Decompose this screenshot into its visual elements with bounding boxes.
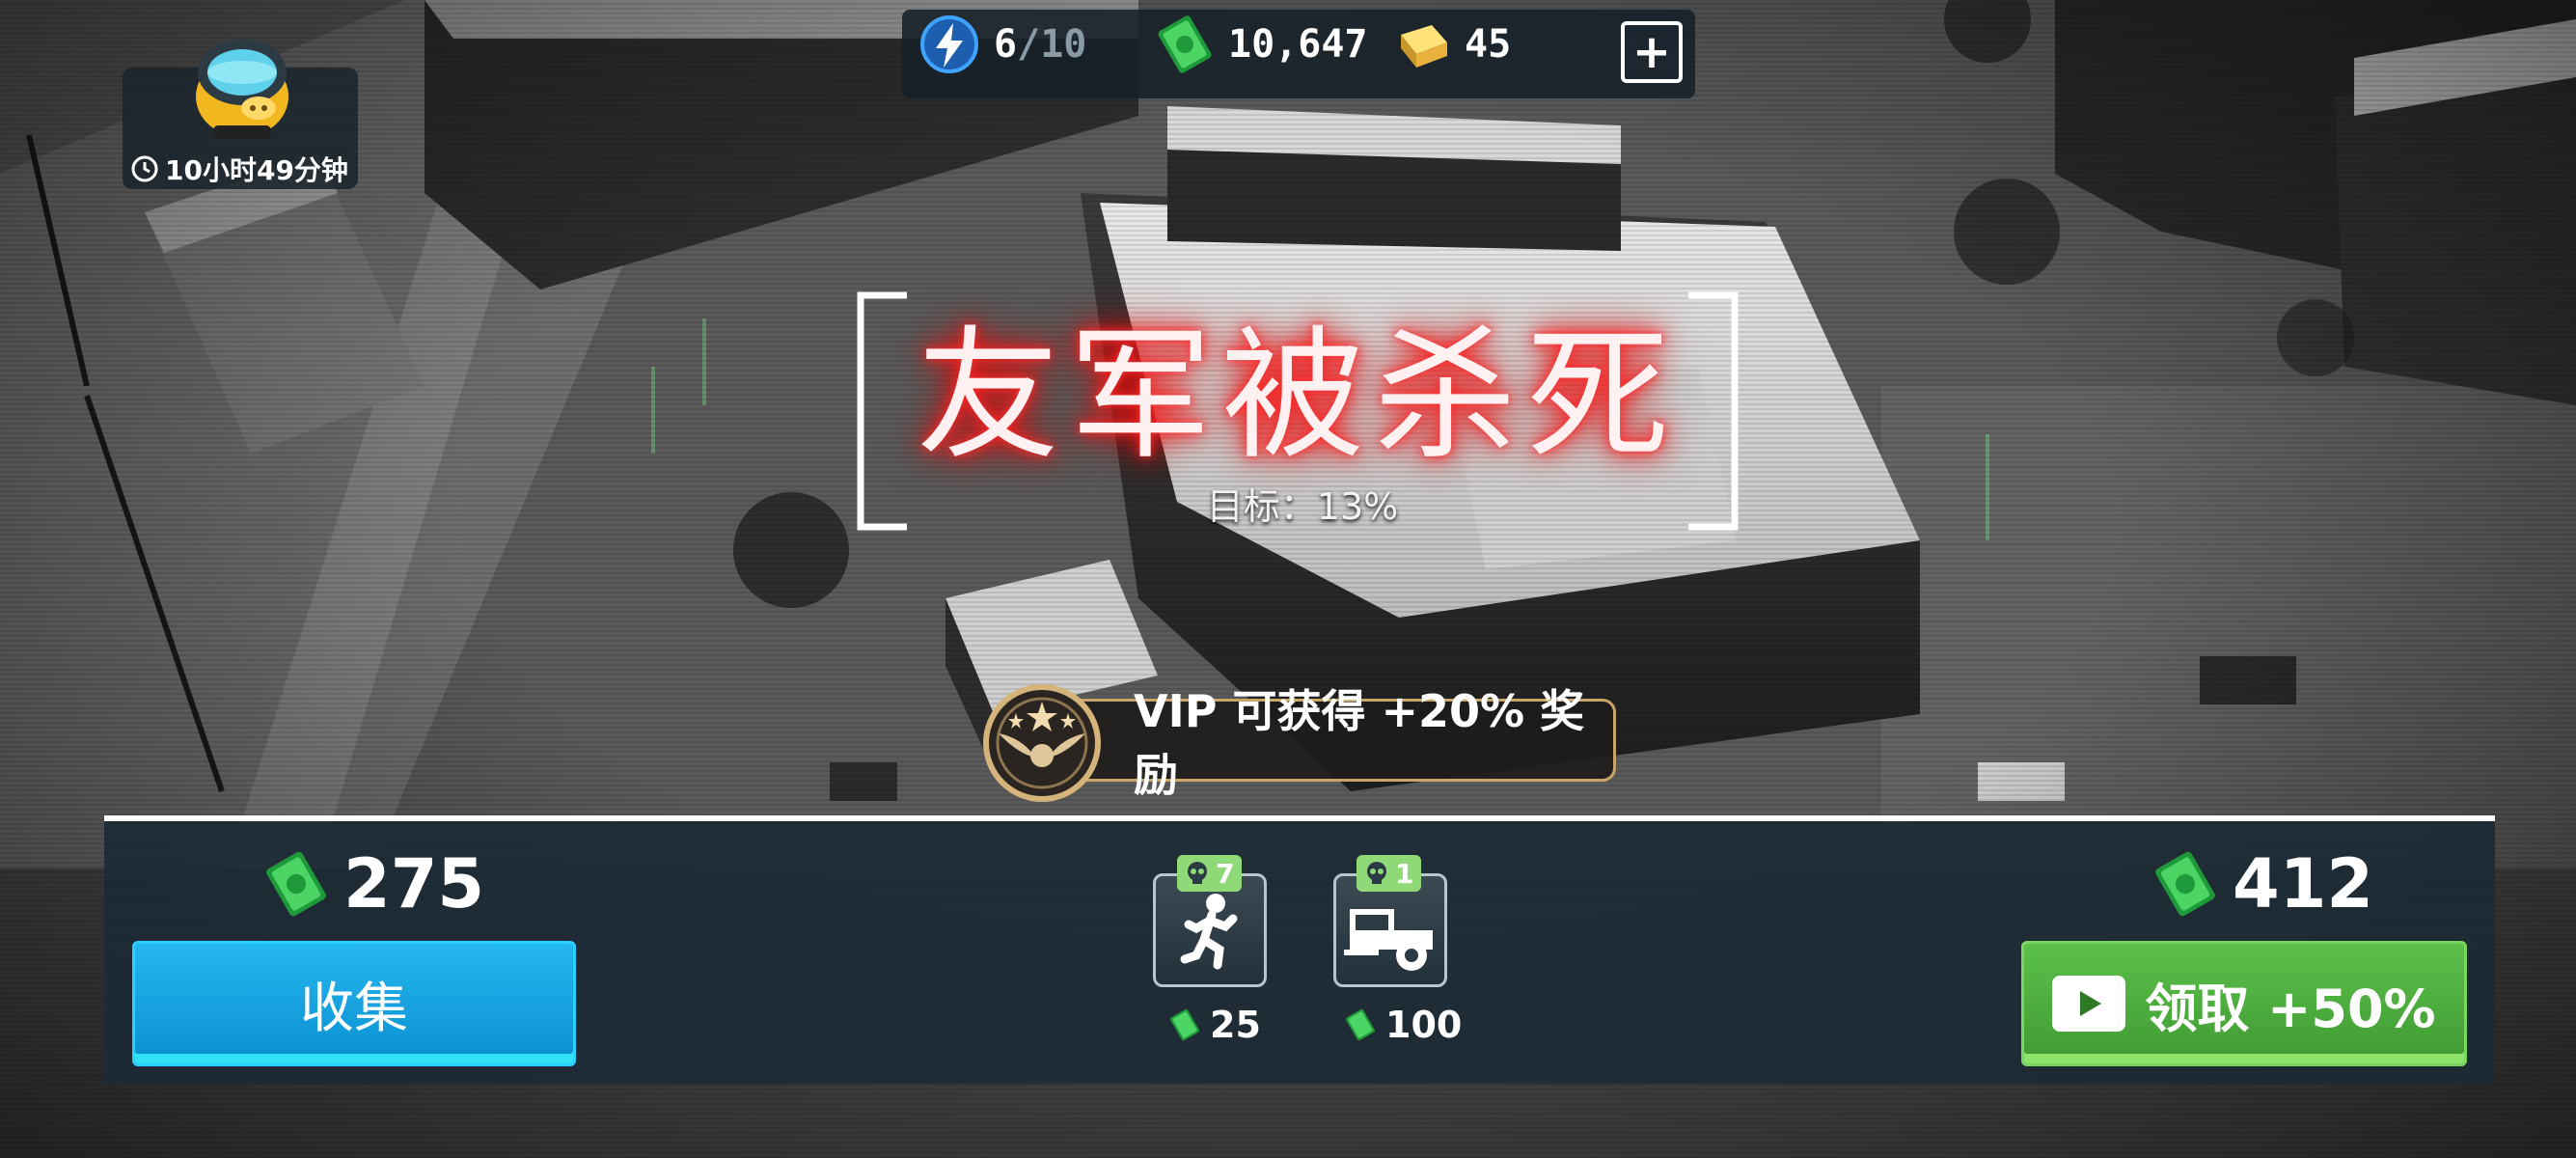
winged-star-emblem-icon [983, 684, 1101, 802]
kill-count-truck: 1 [1395, 857, 1414, 890]
mission-result-title: 友军被杀死 [917, 313, 1679, 479]
mission-goal-text: 目标：13% [1206, 485, 1399, 528]
cash-icon [2155, 851, 2215, 917]
vip-bonus-text: VIP 可获得 +20% 奖励 [1134, 685, 1585, 801]
pig-pilot-avatar[interactable] [179, 29, 305, 145]
cash-icon [1170, 1008, 1199, 1041]
timer-text: 10小时49分钟 [165, 154, 348, 186]
gold-counter[interactable]: 45 [1389, 0, 1511, 89]
running-soldier-icon [1180, 894, 1238, 970]
kill-count-badge-soldier: 7 [1177, 855, 1243, 892]
claim-bonus-label: 领取 +50% [2145, 978, 2436, 1039]
cash-icon [1346, 1008, 1375, 1041]
cash-counter[interactable]: 10,647 [1153, 0, 1368, 89]
kill-count-soldier: 7 [1216, 857, 1235, 890]
truck-icon [1344, 909, 1433, 971]
gold-amount: 45 [1465, 22, 1512, 67]
kill-reward-truck: 100 [1343, 1004, 1462, 1046]
skull-icon [1367, 862, 1386, 884]
clock-icon [131, 155, 158, 182]
base-reward: 275 [260, 844, 484, 924]
energy-counter[interactable]: 6 / 10 [918, 0, 1086, 89]
collect-button[interactable]: 收集 [132, 941, 576, 1066]
video-play-icon [2052, 976, 2126, 1032]
energy-max: 10 [1040, 22, 1087, 67]
claim-bonus-button[interactable]: 领取 +50% [2021, 941, 2467, 1066]
cash-amount: 10,647 [1228, 22, 1368, 67]
kill-reward-soldier: 25 [1167, 1004, 1261, 1046]
bonus-reward: 412 [2150, 844, 2373, 924]
energy-separator: / [1017, 22, 1041, 67]
energy-bolt-icon [920, 15, 978, 73]
skull-icon [1188, 862, 1207, 884]
energy-current: 6 [994, 22, 1018, 67]
kill-count-badge-truck: 1 [1357, 855, 1422, 892]
cash-icon [1158, 15, 1212, 73]
kill-reward-amount-soldier: 25 [1210, 1004, 1261, 1046]
add-currency-button[interactable]: + [1621, 21, 1683, 83]
bonus-reward-amount: 412 [2233, 844, 2374, 924]
base-reward-amount: 275 [343, 844, 485, 924]
kill-reward-amount-truck: 100 [1385, 1004, 1463, 1046]
gold-bar-icon [1401, 25, 1447, 68]
cash-icon [266, 851, 326, 917]
timer: 10小时49分钟 [130, 150, 352, 188]
